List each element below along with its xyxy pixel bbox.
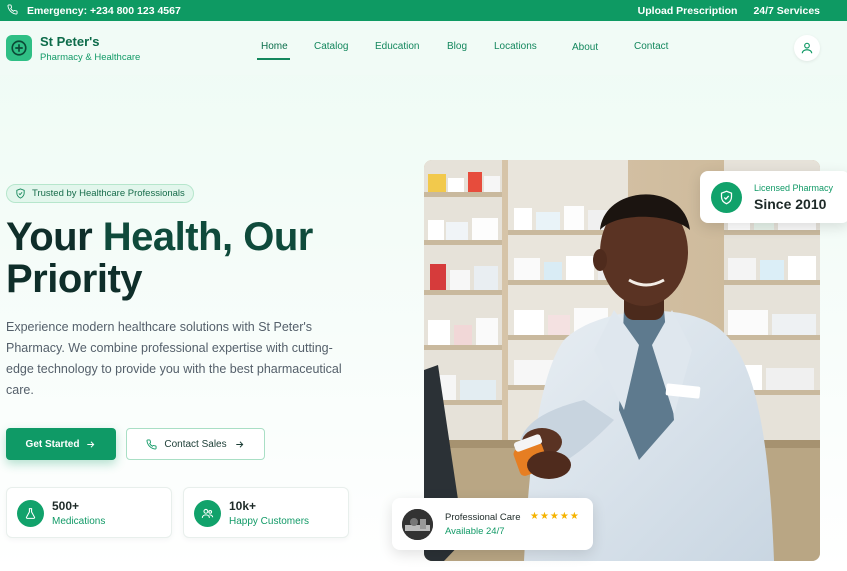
trust-badge-label: Trusted by Healthcare Professionals <box>32 188 185 199</box>
nav-about[interactable]: About <box>572 42 598 53</box>
five-star-rating: ★★★★★ <box>530 511 580 522</box>
phone-icon <box>146 438 157 449</box>
stat-value: 10k+ <box>229 499 257 513</box>
professional-care-card: Professional Care ★★★★★ Available 24/7 <box>392 498 593 550</box>
arrow-right-icon <box>87 440 95 448</box>
logo-icon[interactable] <box>6 35 32 61</box>
trust-badge: Trusted by Healthcare Professionals <box>6 184 194 203</box>
care-title: Professional Care <box>445 512 521 523</box>
shield-check-icon <box>711 182 742 213</box>
contact-sales-label: Contact Sales <box>164 438 227 450</box>
stat-label: Medications <box>52 516 106 527</box>
hero-title-part3: Priority <box>6 257 143 301</box>
hero-title: Your Health, Our Priority <box>6 216 386 300</box>
services-text: 24/7 Services <box>753 4 820 17</box>
user-icon <box>801 42 813 54</box>
stat-value: 500+ <box>52 499 80 513</box>
license-value: Since 2010 <box>754 196 827 212</box>
navbar: St Peter's Pharmacy & Healthcare Home Ca… <box>0 21 847 75</box>
stat-medications: 500+ Medications <box>6 487 172 538</box>
upload-prescription-link[interactable]: Upload Prescription <box>638 5 738 17</box>
users-icon <box>194 500 221 527</box>
licensed-pharmacy-card: Licensed Pharmacy Since 2010 <box>700 171 847 223</box>
emergency-phone[interactable]: Emergency: +234 800 123 4567 <box>27 5 181 17</box>
nav-locations[interactable]: Locations <box>494 41 537 52</box>
nav-contact[interactable]: Contact <box>634 41 668 52</box>
contact-sales-button[interactable]: Contact Sales <box>126 428 265 460</box>
arrow-right-icon <box>235 440 243 448</box>
hero-title-highlight: Health, Our <box>102 215 314 259</box>
care-subtitle: Available 24/7 <box>445 526 505 537</box>
nav-education[interactable]: Education <box>375 41 419 52</box>
stat-customers: 10k+ Happy Customers <box>183 487 349 538</box>
hero-description: Experience modern healthcare solutions w… <box>6 320 342 397</box>
avatar <box>402 509 433 540</box>
nav-blog[interactable]: Blog <box>447 41 467 52</box>
flask-icon <box>17 500 44 527</box>
nav-active-indicator <box>257 58 290 60</box>
nav-catalog[interactable]: Catalog <box>314 41 348 52</box>
shield-check-icon <box>16 188 25 199</box>
license-title: Licensed Pharmacy <box>754 183 834 193</box>
nav-home[interactable]: Home <box>261 41 288 52</box>
hero-title-part1: Your <box>6 215 103 259</box>
stat-label: Happy Customers <box>229 516 310 527</box>
user-account-button[interactable] <box>794 35 820 61</box>
top-bar: Emergency: +234 800 123 4567 Upload Pres… <box>0 0 847 21</box>
get-started-button[interactable]: Get Started <box>6 428 116 460</box>
get-started-label: Get Started <box>25 438 80 450</box>
brand-tagline: Pharmacy & Healthcare <box>40 52 141 63</box>
phone-icon <box>7 3 18 18</box>
brand-name[interactable]: St Peter's <box>40 34 99 49</box>
